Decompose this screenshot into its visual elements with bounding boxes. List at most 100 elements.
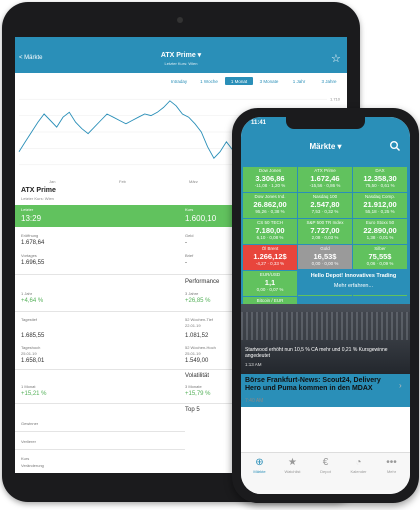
bid-value: - — [185, 240, 187, 246]
tile-name: Dow Jones — [258, 168, 282, 173]
tile-name: Euro Stoxx 50 — [365, 220, 395, 225]
tile-value: 21.912,00 — [363, 200, 397, 209]
index-subtitle: Letzter Kurs: Wien — [21, 196, 54, 201]
tab-kalender[interactable]: ◔ Kalender — [342, 457, 375, 474]
tab-label: Märkte — [253, 469, 266, 474]
perf-3y-label: 3 Jahre — [185, 291, 199, 296]
tile-value: 2.547,80 — [310, 200, 340, 209]
promo-banner[interactable]: Hello Depot! Innovatives Trading Mehr er… — [298, 269, 409, 295]
bid-label: Geld — [185, 233, 194, 238]
status-time: 11:41 — [251, 120, 267, 126]
market-tile[interactable]: Dow Jones 3.306,86 -11,08 · 1,20 % — [243, 167, 297, 192]
tab-depot[interactable]: € Depot — [309, 457, 342, 474]
top5-header: Top 5 — [185, 407, 200, 413]
tab-label: Mehr — [386, 469, 397, 474]
tile-change: 0,06 · 0,09 % — [366, 261, 394, 266]
price-bar-left-value: 13:29 — [21, 214, 42, 223]
tile-name: CS 50 TECH — [257, 220, 283, 225]
ipad-camera — [177, 17, 183, 23]
market-tile[interactable]: CS 50 TECH 7.180,00 6,10 · 0,08 % — [243, 219, 297, 244]
search-icon[interactable] — [389, 140, 401, 152]
tab-icon: ◔ — [355, 457, 362, 468]
news1-headline[interactable]: Startwood erhöht nun 10,5 % CA mehr und … — [245, 347, 405, 359]
tile-change: 75,50 · 0,61 % — [365, 183, 395, 188]
tile-name: Dow Jones Ind. — [254, 194, 286, 199]
tile-name: Gold — [320, 246, 330, 251]
market-tile[interactable]: EUR/USD 1,1 0,00 · 0,07 % — [243, 271, 297, 296]
price-bar-right-label: Kurs — [185, 207, 194, 212]
tab-märkte[interactable]: ⊕ Märkte — [243, 457, 276, 474]
day-low-label: Tagestief — [21, 317, 38, 322]
vol-1m-label: 1 Monat — [21, 384, 36, 389]
tile-value: 1.266,12$ — [253, 252, 287, 261]
market-tile[interactable]: S&P 500 TR Index 7.727,00 2,08 · 0,03 % — [298, 219, 352, 244]
star-icon[interactable]: ☆ — [331, 52, 341, 65]
nav-title[interactable]: ATX Prime ▾ — [15, 51, 347, 59]
tile-change: 55,18 · 0,25 % — [365, 209, 395, 214]
kurs-label: Kurs — [21, 456, 30, 461]
vol-3m-label: 3 Monate — [185, 384, 202, 389]
x-tick-label: Jan — [49, 179, 55, 184]
market-tile[interactable]: ATX Prime 1.672,46 -15,56 · 0,86 % — [298, 167, 352, 192]
market-tile[interactable]: Öl Brent 1.266,12$ -4,27 · 0,33 % — [243, 245, 297, 270]
perf-1y-value: +4,64 % — [21, 298, 44, 304]
day-high-value: 1.658,01 — [21, 358, 45, 364]
tab-icon: ⊕ — [255, 457, 264, 468]
tab-icon: € — [322, 457, 329, 468]
tile-value: 1,1 — [264, 278, 276, 287]
ask-label: Brief — [185, 253, 194, 258]
tile-change: 7,53 · 0,32 % — [311, 209, 339, 214]
tile-value: 75,55$ — [368, 252, 392, 261]
market-tile[interactable]: Silber 75,55$ 0,06 · 0,09 % — [353, 245, 407, 270]
prev-label: Vortages — [21, 253, 37, 258]
divider — [15, 431, 185, 432]
news-image[interactable]: Startwood erhöht nun 10,5 % CA mehr und … — [241, 304, 410, 374]
perf-1y-label: 1 Jahr — [21, 291, 33, 296]
w52-high-value: 1.549,00 — [185, 358, 209, 364]
tab-watchlist[interactable]: ★ Watchlist — [276, 457, 309, 474]
gainers-label[interactable]: Gewinner — [21, 421, 38, 426]
losers-label[interactable]: Verlierer — [21, 439, 36, 444]
market-tile[interactable]: Gold 16,53$ 0,00 · 0,00 % — [298, 245, 352, 270]
performance-header: Performance — [185, 279, 220, 285]
tile-value: 12.358,30 — [363, 174, 397, 183]
tile-change: -4,27 · 0,33 % — [255, 261, 285, 266]
vol-1m-value: +15,21 % — [21, 391, 47, 397]
market-tile[interactable]: DAX 12.358,30 75,50 · 0,61 % — [353, 167, 407, 192]
promo-link[interactable]: Mehr erfahren... — [298, 283, 409, 289]
w52-high-label: 52 Wochen-Hoch — [185, 345, 216, 350]
ipad-status-bar — [15, 37, 347, 47]
tile-value: 16,53$ — [313, 252, 337, 261]
market-tile[interactable]: Nasdaq Comp. 21.912,00 55,18 · 0,25 % — [353, 193, 407, 218]
markets-title[interactable]: Märkte ▾ — [241, 142, 410, 151]
vol-3m-value: +15,79 % — [185, 391, 211, 397]
tile-change: 2,08 · 0,03 % — [311, 235, 339, 240]
change-label: Veränderung — [21, 463, 44, 468]
tab-mehr[interactable]: ••• Mehr — [375, 457, 408, 474]
price-bar-left-label: Letzter — [21, 207, 34, 212]
day-high-label: Tageshoch — [21, 345, 41, 350]
tab-icon: ••• — [386, 457, 397, 468]
w52-low-value: 1.081,52 — [185, 333, 209, 339]
y-tick-label: 1.710 — [330, 97, 341, 102]
tab-label: Depot — [320, 469, 331, 474]
tile-value: 7.180,00 — [255, 226, 285, 235]
tile-name: Nasdaq 100 — [312, 194, 338, 199]
market-tile[interactable]: Euro Stoxx 50 22.890,00 1,38 · 0,01 % — [353, 219, 407, 244]
ipad-nav-bar: < Märkte ATX Prime ▾ Letzter Kurs: Wien … — [15, 47, 347, 73]
volatility-header: Volatilität — [185, 373, 210, 379]
x-tick-label: Feb — [119, 179, 127, 184]
market-tile[interactable]: Nasdaq 100 2.547,80 7,53 · 0,32 % — [298, 193, 352, 218]
tile-value: 22.890,00 — [363, 226, 397, 235]
tile-value: 26.862,00 — [253, 200, 287, 209]
building-facade — [241, 312, 410, 340]
open-label: Eröffnung — [21, 233, 39, 238]
tile-value: 3.306,86 — [255, 174, 285, 183]
w52-low-date: 22.01.19 — [185, 323, 201, 328]
x-tick-label: März — [189, 179, 198, 184]
day-low-value: 1.685,55 — [21, 333, 45, 339]
news2-time: 7:40 AM — [245, 398, 264, 404]
market-tile[interactable]: Dow Jones Ind. 26.862,00 95,26 · 0,38 % — [243, 193, 297, 218]
news2-headline[interactable]: Börse Frankfurt-News: Scout24, Delivery … — [245, 377, 395, 393]
tab-label: Kalender — [350, 469, 367, 474]
